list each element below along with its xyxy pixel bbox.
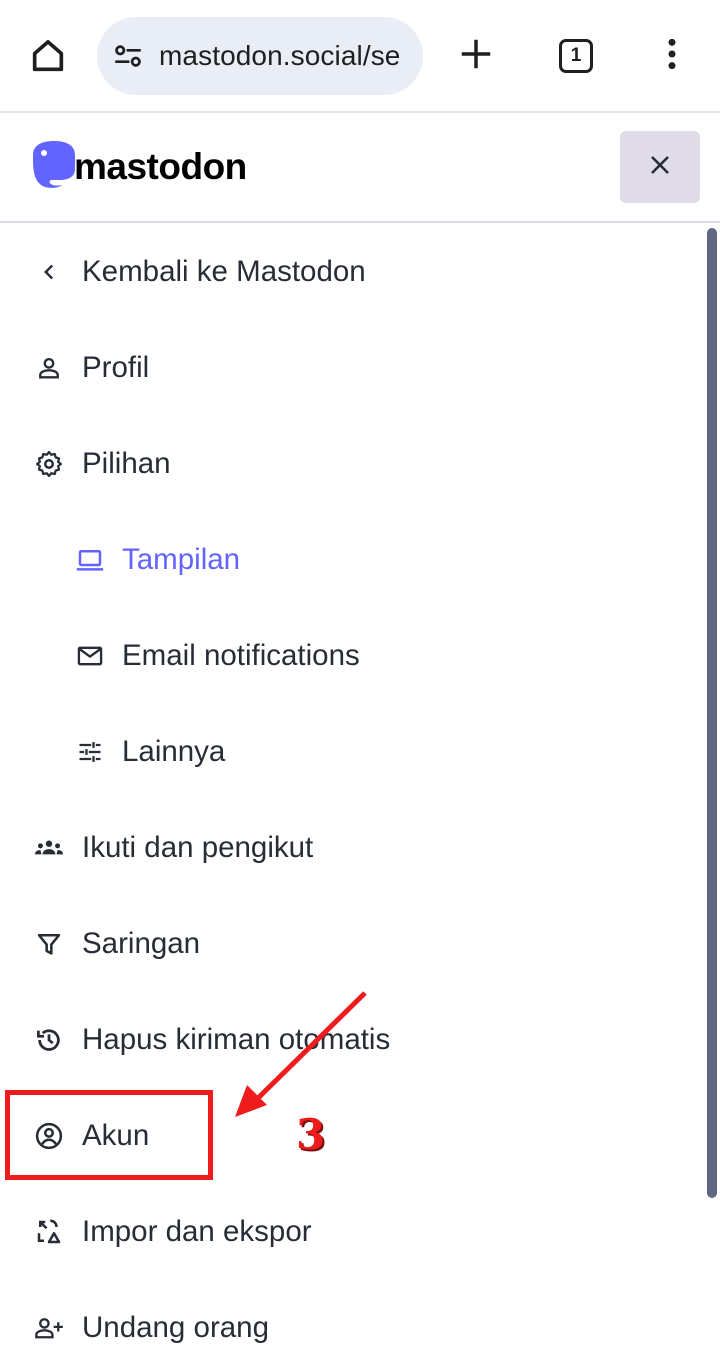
menu-item-label: Kembali ke Mastodon <box>82 255 366 288</box>
menu-item-label: Saringan <box>82 927 201 960</box>
menu-item-label: Impor dan ekspor <box>82 1215 312 1248</box>
filter-icon <box>34 929 64 959</box>
home-icon <box>28 36 68 81</box>
menu-item-appearance[interactable]: Tampilan <box>0 512 700 608</box>
scrollbar-thumb[interactable] <box>707 228 717 1198</box>
close-menu-button[interactable] <box>620 131 700 203</box>
person-add-icon <box>34 1313 64 1343</box>
mastodon-logo-icon <box>30 139 78 194</box>
new-tab-button[interactable] <box>448 28 504 84</box>
import-export-icon <box>34 1217 64 1247</box>
group-icon <box>34 833 64 863</box>
menu-item-email-notifications[interactable]: Email notifications <box>0 608 700 704</box>
menu-item-label: Lainnya <box>122 735 226 768</box>
more-vert-icon <box>652 34 692 79</box>
annotation-step-number: 3 <box>296 1110 326 1159</box>
chevron-left-icon <box>34 257 64 287</box>
history-icon <box>34 1025 64 1055</box>
menu-item-preferences[interactable]: Pilihan <box>0 416 700 512</box>
annotation-highlight-box <box>5 1090 213 1180</box>
annotation-arrow <box>235 991 367 1117</box>
site-header: mastodon <box>0 113 720 223</box>
menu-item-invite[interactable]: Undang orang <box>0 1280 700 1366</box>
menu-item-follows[interactable]: Ikuti dan pengikut <box>0 800 700 896</box>
address-bar[interactable]: mastodon.social/se <box>97 17 423 95</box>
person-icon <box>34 353 64 383</box>
menu-item-label: Ikuti dan pengikut <box>82 831 314 864</box>
sliders-icon <box>75 737 105 767</box>
tab-switcher-button[interactable]: 1 <box>548 28 604 84</box>
menu-item-profile[interactable]: Profil <box>0 320 700 416</box>
tab-switcher-icon: 1 <box>559 39 593 73</box>
home-button[interactable] <box>20 30 76 86</box>
menu-item-label: Tampilan <box>122 543 241 576</box>
menu-item-label: Pilihan <box>82 447 171 480</box>
menu-item-label: Undang orang <box>82 1311 269 1344</box>
browser-toolbar: mastodon.social/se 1 <box>0 0 720 113</box>
tune-icon[interactable] <box>111 39 145 73</box>
gear-icon <box>34 449 64 479</box>
menu-item-filters[interactable]: Saringan <box>0 896 700 992</box>
menu-item-label: Email notifications <box>122 639 360 672</box>
tab-count: 1 <box>570 45 582 66</box>
logo-text: mastodon <box>74 145 247 187</box>
menu-item-import-export[interactable]: Impor dan ekspor <box>0 1184 700 1280</box>
mastodon-logo[interactable]: mastodon <box>30 139 247 194</box>
browser-menu-button[interactable] <box>644 28 700 84</box>
menu-item-label: Profil <box>82 351 150 384</box>
laptop-icon <box>75 545 105 575</box>
menu-item-other[interactable]: Lainnya <box>0 704 700 800</box>
close-icon <box>648 153 672 182</box>
url-text: mastodon.social/se <box>159 40 401 71</box>
menu-item-back[interactable]: Kembali ke Mastodon <box>0 224 700 320</box>
plus-icon <box>457 35 495 78</box>
mail-icon <box>75 641 105 671</box>
